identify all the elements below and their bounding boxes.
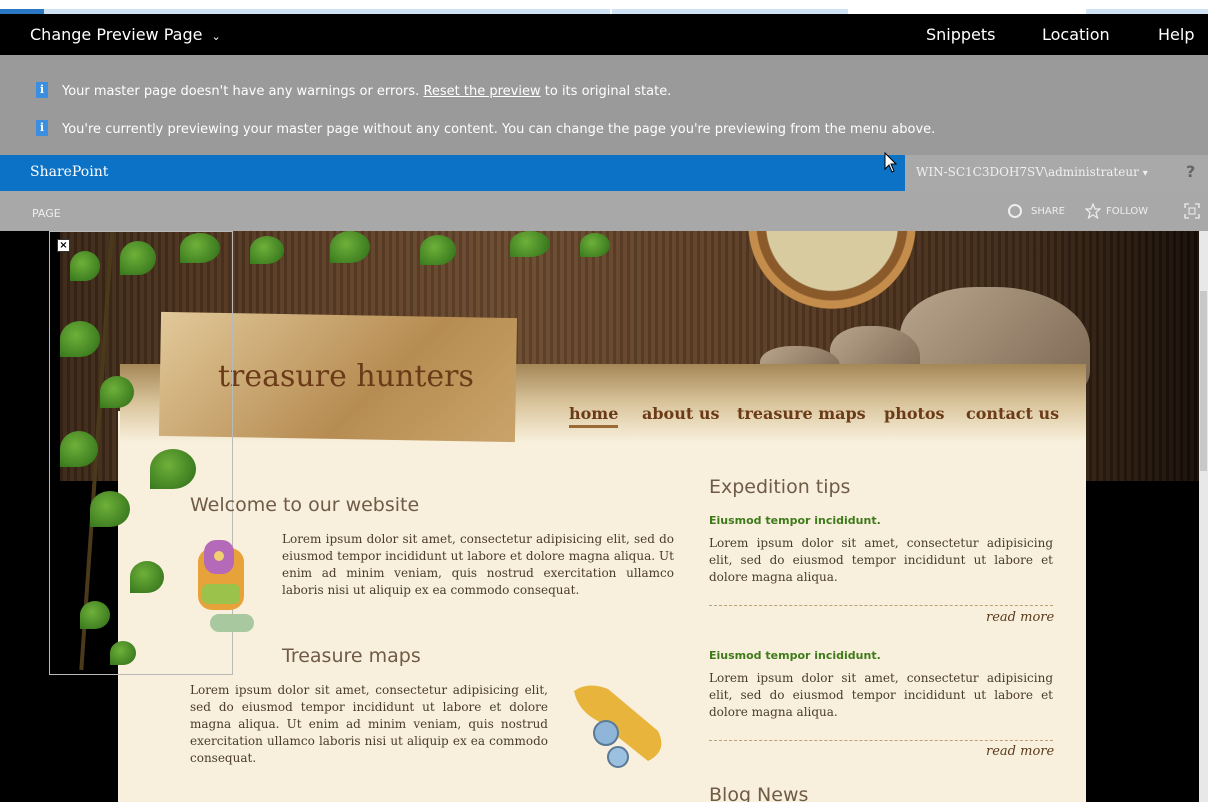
nav-item-home[interactable]: home bbox=[569, 404, 619, 428]
close-icon[interactable]: × bbox=[57, 239, 70, 252]
maps-text: Lorem ipsum dolor sit amet, consectetur … bbox=[190, 683, 548, 765]
brand-area: SharePoint bbox=[0, 155, 905, 191]
mouse-pointer-icon bbox=[884, 151, 898, 174]
message-text: to its original state. bbox=[544, 84, 672, 99]
tip-text: Lorem ipsum dolor sit amet, consectetur … bbox=[709, 671, 1053, 719]
share-button[interactable]: SHARE bbox=[1031, 206, 1065, 217]
ivy-leaf bbox=[510, 231, 550, 257]
read-more-link[interactable]: read more bbox=[986, 610, 1054, 625]
nav-item-contact[interactable]: contact us bbox=[966, 404, 1059, 423]
scrollbar-thumb[interactable] bbox=[1200, 291, 1207, 471]
info-icon: i bbox=[36, 120, 48, 136]
nav-item-treasure-maps[interactable]: treasure maps bbox=[737, 404, 866, 423]
user-menu[interactable]: WIN-SC1C3DOH7SV\administrateur ▾ bbox=[916, 165, 1148, 179]
chevron-down-icon: ⌄ bbox=[211, 30, 221, 43]
maps-heading: Treasure maps bbox=[282, 645, 421, 667]
tips-heading: Expedition tips bbox=[709, 476, 851, 498]
change-preview-page-menu[interactable]: Change Preview Page ⌄ bbox=[30, 25, 221, 44]
help-icon[interactable]: ? bbox=[1186, 162, 1195, 181]
tip-text: Lorem ipsum dolor sit amet, consectetur … bbox=[709, 536, 1053, 584]
ribbon: PAGE SHARE FOLLOW bbox=[0, 191, 1208, 231]
map-scroll-icon bbox=[568, 681, 672, 771]
nav-item-about[interactable]: about us bbox=[642, 404, 719, 423]
scrollbar[interactable] bbox=[1199, 231, 1208, 802]
snippets-link[interactable]: Snippets bbox=[926, 25, 996, 44]
welcome-heading: Welcome to our website bbox=[190, 494, 420, 516]
ivy-leaf bbox=[330, 231, 370, 263]
help-link[interactable]: Help bbox=[1158, 25, 1194, 44]
browser-strip bbox=[0, 0, 1208, 14]
sharepoint-brand[interactable]: SharePoint bbox=[30, 164, 108, 180]
info-icon: i bbox=[36, 82, 48, 98]
reset-preview-link[interactable]: Reset the preview bbox=[423, 84, 540, 99]
divider bbox=[709, 605, 1053, 606]
divider bbox=[709, 740, 1053, 741]
ivy-leaf bbox=[580, 233, 610, 257]
welcome-text: Lorem ipsum dolor sit amet, consectetur … bbox=[282, 532, 674, 597]
message-text: Your master page doesn't have any warnin… bbox=[62, 84, 420, 99]
tip-heading[interactable]: Eiusmod tempor incididunt. bbox=[709, 649, 881, 662]
ivy-leaf bbox=[420, 235, 456, 265]
suite-bar: SharePoint WIN-SC1C3DOH7SV\administrateu… bbox=[0, 155, 1208, 191]
user-name: WIN-SC1C3DOH7SV\administrateur bbox=[916, 165, 1139, 179]
focus-mode-icon[interactable] bbox=[1184, 203, 1200, 219]
share-icon[interactable] bbox=[1007, 203, 1023, 219]
nav-item-photos[interactable]: photos bbox=[884, 404, 945, 423]
site-logo[interactable]: treasure hunters bbox=[218, 359, 474, 394]
star-icon[interactable] bbox=[1084, 202, 1102, 220]
read-more-link[interactable]: read more bbox=[986, 744, 1054, 759]
ivy-leaf bbox=[250, 236, 284, 264]
change-preview-label: Change Preview Page bbox=[30, 25, 203, 44]
location-link[interactable]: Location bbox=[1042, 25, 1110, 44]
follow-button[interactable]: FOLLOW bbox=[1106, 206, 1148, 217]
site-preview: treasure hunters home about us treasure … bbox=[0, 231, 1208, 802]
design-manager-toolbar: Change Preview Page ⌄ Snippets Location … bbox=[0, 14, 1208, 55]
tab-page[interactable]: PAGE bbox=[32, 207, 61, 220]
message-text: You're currently previewing your master … bbox=[62, 122, 936, 137]
status-messages: i Your master page doesn't have any warn… bbox=[0, 55, 1208, 155]
backpack-icon bbox=[192, 534, 256, 636]
tip-heading[interactable]: Eiusmod tempor incididunt. bbox=[709, 514, 881, 527]
chevron-down-icon: ▾ bbox=[1142, 168, 1148, 179]
blog-heading: Blog News bbox=[709, 784, 809, 802]
